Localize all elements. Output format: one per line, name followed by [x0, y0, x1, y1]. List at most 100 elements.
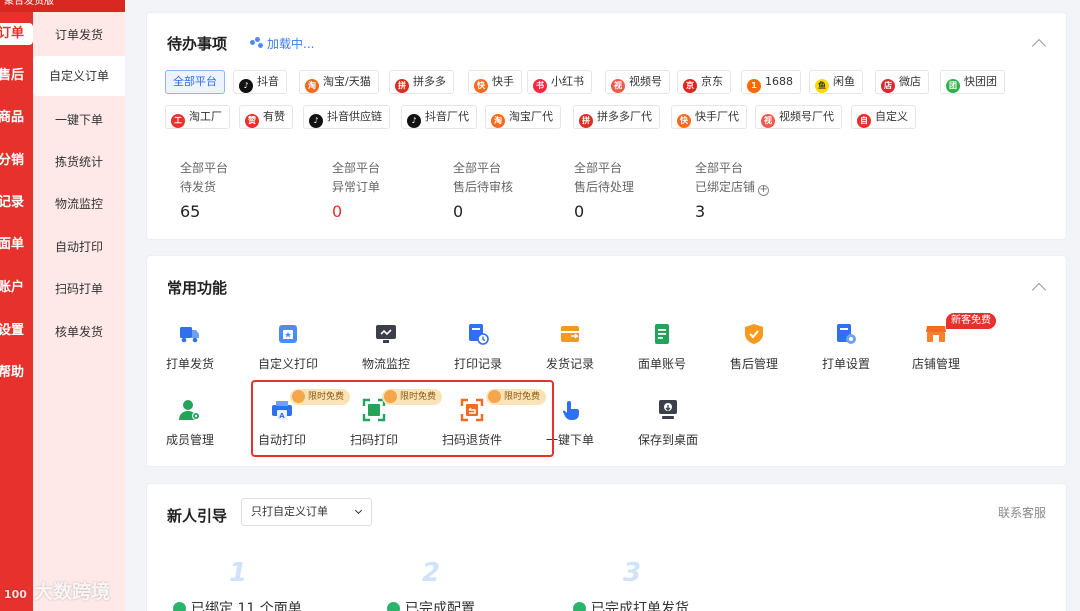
- xiaohongshu-icon: 书: [533, 79, 547, 93]
- func-print-ship[interactable]: 打单发货: [150, 322, 230, 372]
- 1688-icon: 1: [747, 79, 761, 93]
- subnav-one-click-order[interactable]: 一键下单: [33, 111, 125, 128]
- secondary-sidebar: 订单发货 自定义订单 一键下单 拣货统计 物流监控 自动打印 扫码打单 核单发货: [33, 12, 125, 611]
- nav-item-products[interactable]: 商品: [0, 107, 33, 129]
- nav-item-settings[interactable]: 设置: [0, 320, 33, 342]
- watermark-logo: 100: [4, 588, 27, 601]
- pdd-factory-icon: 拼: [579, 114, 593, 128]
- add-shop-icon[interactable]: +: [758, 185, 770, 196]
- step-1-status: 已绑定 11 个面单: [173, 598, 302, 611]
- settings-doc-icon: [834, 322, 858, 346]
- save-desktop-icon: [656, 398, 680, 422]
- platform-tag-xianyu[interactable]: 鱼闲鱼: [809, 70, 863, 94]
- weidian-icon: 店: [881, 79, 895, 93]
- func-logistics-monitor[interactable]: 物流监控: [346, 322, 426, 372]
- taogongchang-icon: 工: [171, 114, 185, 128]
- platform-tag-custom[interactable]: 自自定义: [851, 105, 916, 129]
- func-print-settings[interactable]: 打单设置: [806, 322, 886, 372]
- subnav-picking-stats[interactable]: 拣货统计: [33, 153, 125, 170]
- pdd-icon: 拼: [395, 79, 409, 93]
- func-aftersale-manage[interactable]: 售后管理: [714, 322, 794, 372]
- platform-tag-kuaishou[interactable]: 快快手: [468, 70, 522, 94]
- platform-tag-shipinhao-factory[interactable]: 视视频号厂代: [755, 105, 842, 129]
- monitor-icon: [374, 322, 398, 346]
- print-record-icon: [466, 322, 490, 346]
- platform-tag-douyin-supply[interactable]: ♪ 抖音供应链: [303, 105, 390, 129]
- platform-tag-taobao-factory[interactable]: 淘淘宝厂代: [485, 105, 561, 129]
- check-icon: [573, 602, 586, 611]
- platform-tag-taogongchang[interactable]: 工淘工厂: [165, 105, 230, 129]
- highlight-annotation-box: [251, 380, 554, 457]
- custom-platform-icon: 自: [857, 114, 871, 128]
- subnav-custom-order[interactable]: 自定义订单: [33, 56, 125, 96]
- stat-pending-ship[interactable]: 全部平台 待发货 65: [180, 159, 228, 222]
- douyin-supply-icon: ♪: [309, 114, 323, 128]
- nav-item-help[interactable]: 帮助: [0, 362, 33, 384]
- brand-watermark: 100 大数跨境: [0, 574, 150, 611]
- collapse-todo-icon[interactable]: [1031, 38, 1047, 54]
- platform-tag-shipinhao[interactable]: 视视频号: [605, 70, 670, 94]
- nav-item-aftersale[interactable]: 售后: [0, 65, 33, 87]
- collapse-functions-icon[interactable]: [1031, 282, 1047, 298]
- shipinhao-factory-icon: 视: [761, 114, 775, 128]
- platform-tag-taobao[interactable]: 淘淘宝/天猫: [299, 70, 379, 94]
- member-gear-icon: [178, 398, 202, 422]
- primary-sidebar: [0, 0, 33, 611]
- platform-tag-pdd[interactable]: 拼拼多多: [389, 70, 454, 94]
- func-member-manage[interactable]: 成员管理: [150, 398, 230, 448]
- jd-icon: 京: [683, 79, 697, 93]
- step-number-1: 1: [229, 558, 248, 588]
- nav-item-account[interactable]: 账户: [0, 277, 33, 299]
- app-version-label: 聚合发货版: [0, 0, 125, 12]
- douyin-factory-icon: ♪: [407, 114, 421, 128]
- xianyu-icon: 鱼: [815, 79, 829, 93]
- subnav-order-ship[interactable]: 订单发货: [33, 26, 125, 43]
- guide-title: 新人引导: [167, 507, 228, 525]
- func-custom-print[interactable]: 自定义打印: [248, 322, 328, 372]
- step-3-status: 已完成打单发货: [573, 598, 689, 611]
- platform-tag-douyin-factory[interactable]: ♪ 抖音厂代: [401, 105, 477, 129]
- printer-icon: [276, 322, 300, 346]
- subnav-logistics-monitor[interactable]: 物流监控: [33, 195, 125, 212]
- stat-bound-shops[interactable]: 全部平台 已绑定店铺 +3: [695, 159, 770, 222]
- youzan-icon: 赞: [245, 114, 259, 128]
- platform-tag-jd[interactable]: 京京东: [677, 70, 731, 94]
- func-ship-records[interactable]: 发货记录: [530, 322, 610, 372]
- todo-card: 待办事项 加载中... 全部平台 ♪ 抖音 淘淘宝/天猫 拼拼多多 快快手 书小红…: [146, 12, 1067, 240]
- subnav-scan-print[interactable]: 扫码打单: [33, 280, 125, 297]
- func-shop-manage[interactable]: 店铺管理: [896, 322, 976, 372]
- platform-tag-xiaohongshu[interactable]: 书小红书: [527, 70, 592, 94]
- stat-aftersale-review[interactable]: 全部平台 售后待审核 0: [453, 159, 513, 222]
- platform-tag-1688[interactable]: 1 1688: [741, 70, 801, 94]
- guide-card: 新人引导 只打自定义订单 联系客服 1 2 3 已绑定 11 个面单 已完成配置…: [146, 483, 1067, 611]
- platform-tag-youzan[interactable]: 赞有赞: [239, 105, 293, 129]
- func-print-records[interactable]: 打印记录: [438, 322, 518, 372]
- nav-item-waybill[interactable]: 面单: [0, 234, 33, 256]
- ship-record-icon: [558, 322, 582, 346]
- func-waybill-account[interactable]: 面单账号: [622, 322, 702, 372]
- func-save-desktop[interactable]: 保存到桌面: [628, 398, 708, 448]
- shield-check-icon: [742, 322, 766, 346]
- nav-item-orders[interactable]: 订单: [0, 23, 33, 45]
- platform-tag-kuaituantuan[interactable]: 团快团团: [940, 70, 1005, 94]
- tap-hand-icon: [558, 398, 582, 422]
- platform-tag-pdd-factory[interactable]: 拼拼多多厂代: [573, 105, 660, 129]
- platform-tag-douyin[interactable]: ♪ 抖音: [233, 70, 287, 94]
- nav-item-records[interactable]: 记录: [0, 192, 33, 214]
- chevron-down-icon: [354, 506, 363, 515]
- order-type-select[interactable]: 只打自定义订单: [241, 498, 372, 526]
- contact-support-link[interactable]: 联系客服: [998, 504, 1046, 521]
- nav-item-distribution[interactable]: 分销: [0, 150, 33, 172]
- stat-aftersale-pending[interactable]: 全部平台 售后待处理 0: [574, 159, 634, 222]
- waybill-icon: [650, 322, 674, 346]
- platform-tag-kuaishou-factory[interactable]: 快快手厂代: [671, 105, 747, 129]
- step-2-status: 已完成配置: [387, 598, 475, 611]
- platform-tag-all[interactable]: 全部平台: [165, 70, 225, 94]
- subnav-verify-ship[interactable]: 核单发货: [33, 323, 125, 340]
- taobao-icon: 淘: [305, 79, 319, 93]
- stat-abnormal-orders[interactable]: 全部平台 异常订单 0: [332, 159, 380, 222]
- platform-tag-weidian[interactable]: 店微店: [875, 70, 929, 94]
- subnav-auto-print[interactable]: 自动打印: [33, 238, 125, 255]
- kuaituantuan-icon: 团: [946, 79, 960, 93]
- new-customer-free-badge: 新客免费: [946, 313, 996, 329]
